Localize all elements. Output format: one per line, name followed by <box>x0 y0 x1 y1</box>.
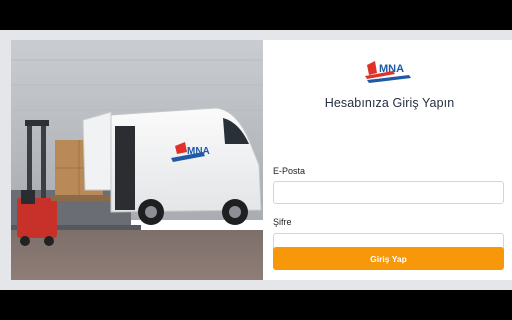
email-input[interactable] <box>273 181 504 204</box>
password-label: Şifre <box>273 217 292 227</box>
browser-viewport: MNA MNA Hesabınıza Giriş Yapın E-Posta Ş… <box>0 30 512 290</box>
login-title: Hesabınıza Giriş Yapın <box>324 96 455 110</box>
delivery-van-photo: MNA <box>11 40 263 280</box>
email-label: E-Posta <box>273 166 306 176</box>
hero-image: MNA <box>11 40 263 280</box>
login-submit-button[interactable]: Giriş Yap <box>273 247 504 270</box>
company-logo: MNA <box>365 61 411 83</box>
svg-text:MNA: MNA <box>187 146 210 157</box>
logo-text: MNA <box>379 63 404 75</box>
login-card: MNA MNA Hesabınıza Giriş Yapın E-Posta Ş… <box>11 40 512 280</box>
login-form-panel: MNA Hesabınıza Giriş Yapın E-Posta Şifre… <box>263 40 512 280</box>
